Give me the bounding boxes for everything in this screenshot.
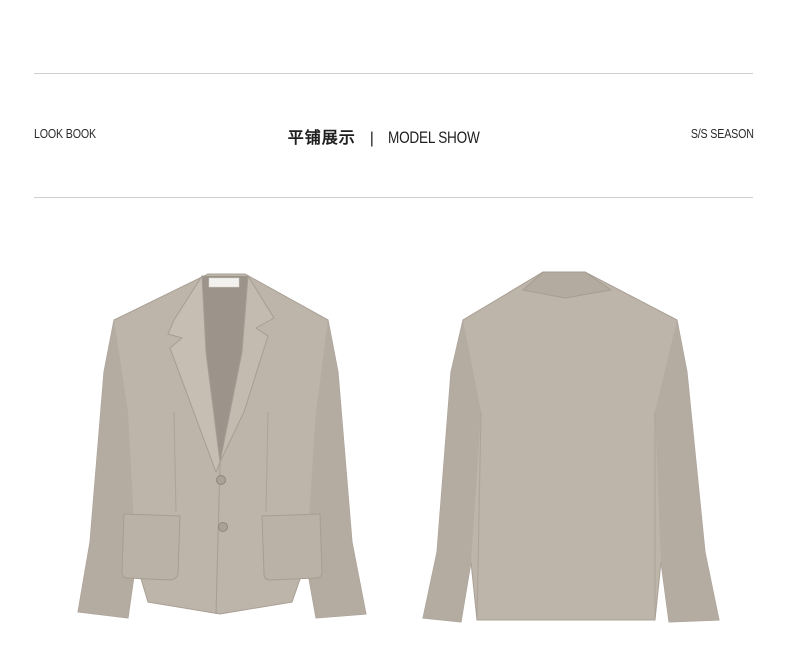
blazer-back-image [415,262,725,632]
button-bottom [218,522,228,532]
button-top [216,475,226,485]
section-title-en: MODEL SHOW [387,128,480,147]
title-separator: | [369,130,374,147]
blazer-front-image [70,262,380,632]
season-label: S/S SEASON [691,126,754,141]
neck-label [208,277,240,288]
top-divider [34,73,753,74]
bottom-divider [34,197,753,198]
right-patch-pocket [261,513,323,581]
left-patch-pocket [121,513,181,581]
section-title-cn: 平铺展示 [287,130,356,147]
section-title: 平铺展示 | MODEL SHOW [0,124,790,148]
